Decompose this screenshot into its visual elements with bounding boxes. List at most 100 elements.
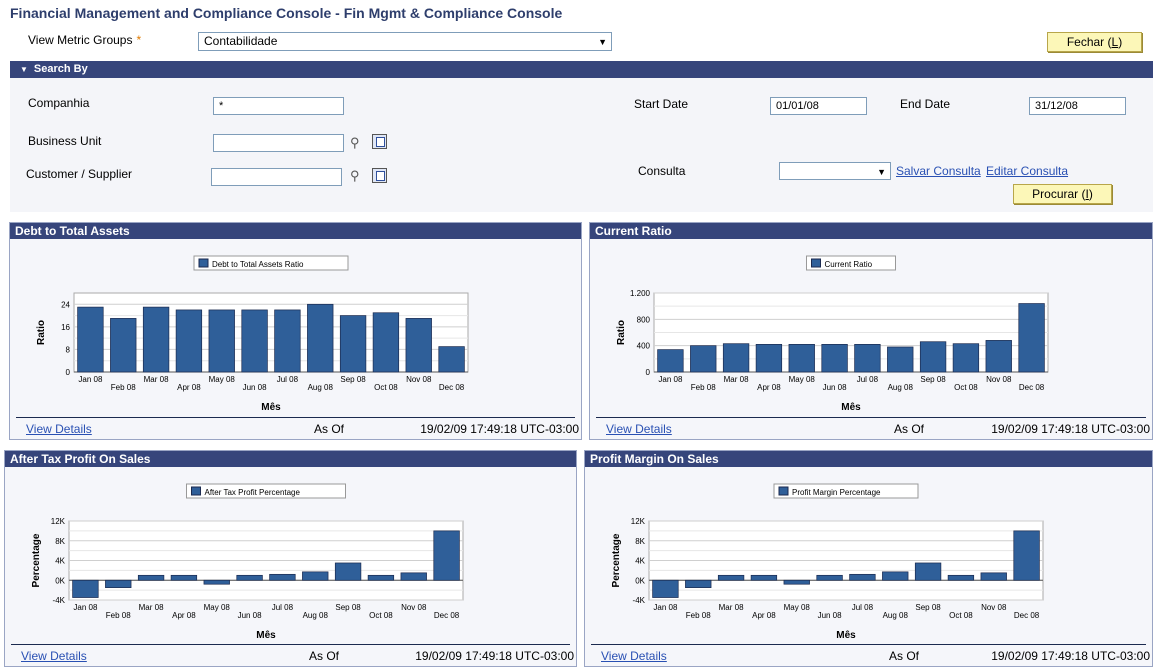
bar (175, 309, 203, 373)
close-button[interactable]: Fechar (L) (1047, 32, 1142, 52)
chevron-down-icon: ▼ (877, 167, 886, 177)
x-tick-label: Dec 08 (434, 611, 460, 620)
x-tick-label: Sep 08 (915, 603, 941, 612)
x-tick-label: Jul 08 (272, 603, 294, 612)
bar (750, 574, 778, 581)
bar (170, 574, 198, 581)
start-date-label: Start Date (634, 97, 689, 111)
x-tick-label: Nov 08 (981, 603, 1007, 612)
x-tick-label: Aug 08 (308, 383, 334, 392)
bar (400, 572, 427, 581)
x-tick-label: May 08 (204, 603, 231, 612)
x-tick-label: Oct 08 (954, 383, 978, 392)
x-tick-label: Jul 08 (277, 375, 299, 384)
companhia-label: Companhia (28, 96, 90, 110)
panel-footer: View Details As Of 19/02/09 17:49:18 UTC… (591, 644, 1150, 666)
panel-debt-to-total-assets: Debt to Total Assets Debt to Total Asset… (9, 222, 582, 440)
bar (690, 345, 717, 373)
bar (722, 343, 750, 373)
search-by-header[interactable]: ▼ Search By (10, 61, 1153, 78)
as-of-label: As Of (894, 422, 925, 436)
save-query-link[interactable]: Salvar Consulta (896, 164, 981, 178)
x-tick-label: Nov 08 (401, 603, 427, 612)
bar (652, 579, 679, 598)
bar (882, 571, 909, 581)
legend-swatch (191, 486, 201, 496)
x-tick-label: Dec 08 (439, 383, 465, 392)
close-button-suffix: ) (1118, 35, 1123, 49)
bar (849, 573, 876, 581)
y-tick-label: 4K (55, 557, 65, 566)
x-tick-label: Nov 08 (406, 375, 432, 384)
y-tick-label: 16 (61, 323, 70, 332)
panel-title: Profit Margin On Sales (585, 451, 1152, 467)
y-tick-label: -4K (53, 596, 66, 605)
bar (1018, 303, 1045, 373)
chevron-down-icon: ▼ (598, 37, 607, 47)
search-button-label: Procurar ( (1032, 187, 1086, 201)
y-tick-label: 0 (66, 368, 71, 377)
x-tick-label: Jul 08 (857, 375, 879, 384)
bar (755, 343, 783, 373)
customer-supplier-input[interactable] (211, 168, 342, 186)
view-details-link[interactable]: View Details (606, 422, 672, 436)
bar (854, 343, 881, 373)
search-button[interactable]: Procurar (I) (1013, 184, 1112, 204)
x-tick-label: Nov 08 (986, 375, 1012, 384)
x-tick-label: Jan 08 (653, 603, 678, 612)
required-mark: * (136, 33, 142, 47)
x-tick-label: Dec 08 (1019, 383, 1045, 392)
end-date-input[interactable]: 31/12/08 (1029, 97, 1126, 115)
x-tick-label: Dec 08 (1014, 611, 1040, 620)
magnifier-icon[interactable]: ⚲ (350, 168, 360, 184)
chart-debt-to-total-assets: Debt to Total Assets Ratio 0 8 16 24 Jan 08 Fe… (36, 255, 469, 413)
y-tick-label: 0 (646, 368, 651, 377)
x-tick-label: Apr 08 (172, 611, 196, 620)
bar (269, 573, 296, 581)
x-axis-title: Mês (841, 402, 861, 413)
metric-groups-select[interactable]: Contabilidade ▼ (198, 32, 612, 51)
page-title: Financial Management and Compliance Cons… (10, 5, 563, 21)
bar (72, 579, 99, 598)
legend-label: After Tax Profit Percentage (205, 488, 301, 497)
y-tick-label: 0K (635, 576, 645, 585)
bar (405, 318, 432, 373)
bar (947, 574, 975, 581)
x-axis-title: Mês (256, 630, 276, 641)
x-tick-label: Aug 08 (888, 383, 914, 392)
end-date-label: End Date (900, 97, 951, 111)
x-tick-label: Jun 08 (818, 611, 843, 620)
view-details-link[interactable]: View Details (26, 422, 92, 436)
customer-supplier-label: Customer / Supplier (26, 167, 133, 181)
view-details-link[interactable]: View Details (21, 649, 87, 663)
edit-query-link[interactable]: Editar Consulta (986, 164, 1068, 178)
x-tick-label: Aug 08 (883, 611, 909, 620)
bar (783, 579, 810, 585)
as-of-label: As Of (889, 649, 920, 663)
bar (816, 574, 843, 581)
y-tick-label: 8 (66, 345, 71, 354)
as-of-timestamp: 19/02/09 17:49:18 UTC-03:00 (991, 422, 1150, 436)
view-details-link[interactable]: View Details (601, 649, 667, 663)
y-tick-label: 24 (61, 300, 70, 309)
bar (105, 579, 132, 589)
chart-current-ratio: Current Ratio 0 400 800 1.200 Jan 08 Feb 08 Mar… (616, 255, 1049, 413)
y-tick-label: 0K (55, 576, 65, 585)
panel-footer: View Details As Of 19/02/09 17:49:18 UTC… (596, 417, 1150, 439)
companhia-input[interactable]: * (213, 97, 344, 115)
legend-label: Profit Margin Percentage (792, 488, 881, 497)
x-tick-label: Apr 08 (757, 383, 781, 392)
x-tick-label: May 08 (209, 375, 236, 384)
start-date-input[interactable]: 01/01/08 (770, 97, 867, 115)
bar (433, 530, 460, 581)
x-tick-label: Oct 08 (369, 611, 393, 620)
bar (914, 562, 942, 581)
edit-icon[interactable] (372, 134, 387, 149)
x-tick-label: May 08 (789, 375, 816, 384)
magnifier-icon[interactable]: ⚲ (350, 135, 360, 151)
x-tick-label: Jan 08 (78, 375, 103, 384)
bar (919, 341, 947, 373)
business-unit-input[interactable] (213, 134, 344, 152)
consulta-select[interactable]: ▼ (779, 162, 891, 180)
edit-icon[interactable] (372, 168, 387, 183)
